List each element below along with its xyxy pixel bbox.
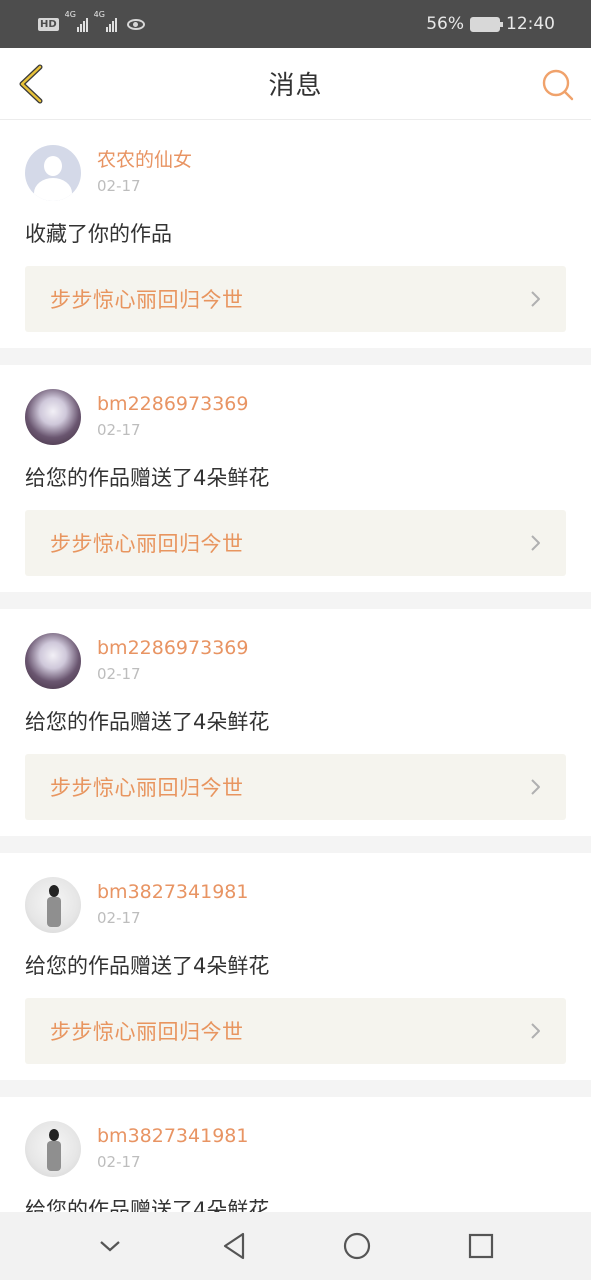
username[interactable]: bm2286973369	[97, 392, 248, 416]
signal-icon: 4G	[94, 10, 117, 32]
network-type-label: 4G	[64, 10, 76, 19]
divider	[0, 592, 591, 609]
status-right: 56% 12:40	[426, 14, 555, 34]
chevron-right-icon	[531, 779, 540, 795]
action-text: 收藏了你的作品	[25, 222, 172, 246]
chevron-down-icon	[100, 1241, 120, 1252]
square-recents-icon	[469, 1233, 494, 1259]
username[interactable]: bm3827341981	[97, 880, 248, 904]
username[interactable]: 农农的仙女	[97, 148, 192, 172]
work-title: 步步惊心丽回归今世	[50, 1020, 244, 1044]
avatar[interactable]	[25, 633, 81, 689]
status-left: HD 4G 4G	[38, 10, 426, 32]
list-item: 农农的仙女 02-17 收藏了你的作品 步步惊心丽回归今世	[0, 121, 591, 348]
work-link[interactable]: 步步惊心丽回归今世	[25, 998, 566, 1064]
avatar[interactable]	[25, 1121, 81, 1177]
hd-badge: HD	[38, 17, 59, 31]
chevron-right-icon	[531, 1023, 540, 1039]
work-title: 步步惊心丽回归今世	[50, 288, 244, 312]
work-link[interactable]: 步步惊心丽回归今世	[25, 266, 566, 332]
list-item: bm2286973369 02-17 给您的作品赠送了4朵鲜花 步步惊心丽回归今…	[0, 609, 591, 836]
work-link[interactable]: 步步惊心丽回归今世	[25, 510, 566, 576]
username[interactable]: bm2286973369	[97, 636, 248, 660]
chevron-right-icon	[531, 291, 540, 307]
timestamp: 02-17	[97, 177, 141, 195]
divider	[0, 348, 591, 365]
timestamp: 02-17	[97, 909, 141, 927]
eye-icon	[126, 18, 145, 30]
search-icon	[542, 69, 574, 101]
work-link[interactable]: 步步惊心丽回归今世	[25, 754, 566, 820]
system-nav-bar	[0, 1212, 591, 1280]
divider	[0, 1080, 591, 1097]
action-text: 给您的作品赠送了4朵鲜花	[25, 954, 270, 978]
action-text: 给您的作品赠送了4朵鲜花	[25, 466, 270, 490]
nav-back-button[interactable]	[217, 1229, 251, 1263]
status-bar: HD 4G 4G 56% 12:40	[0, 0, 591, 48]
search-button[interactable]	[541, 68, 575, 102]
battery-percent: 56%	[426, 14, 464, 34]
avatar[interactable]	[25, 877, 81, 933]
list-item: bm2286973369 02-17 给您的作品赠送了4朵鲜花 步步惊心丽回归今…	[0, 365, 591, 592]
username[interactable]: bm3827341981	[97, 1124, 248, 1148]
timestamp: 02-17	[97, 421, 141, 439]
back-button[interactable]	[14, 64, 48, 104]
circle-home-icon	[344, 1232, 371, 1260]
work-title: 步步惊心丽回归今世	[50, 532, 244, 556]
network-type-label: 4G	[93, 10, 105, 19]
avatar[interactable]	[25, 145, 81, 201]
page-title: 消息	[268, 71, 323, 101]
chevron-right-icon	[531, 535, 540, 551]
battery-icon	[470, 16, 503, 32]
nav-recents-button[interactable]	[464, 1229, 498, 1263]
action-text: 给您的作品赠送了4朵鲜花	[25, 710, 270, 734]
divider	[0, 836, 591, 853]
chevron-left-icon	[19, 64, 43, 104]
timestamp: 02-17	[97, 1153, 141, 1171]
hide-nav-button[interactable]	[93, 1229, 127, 1263]
clock: 12:40	[506, 14, 555, 34]
app-header: 消息	[0, 48, 591, 120]
avatar[interactable]	[25, 389, 81, 445]
message-list: 农农的仙女 02-17 收藏了你的作品 步步惊心丽回归今世 bm22869733…	[0, 121, 591, 1280]
triangle-back-icon	[223, 1232, 244, 1260]
list-item: bm3827341981 02-17 给您的作品赠送了4朵鲜花 步步惊心丽回归今…	[0, 853, 591, 1080]
work-title: 步步惊心丽回归今世	[50, 776, 244, 800]
signal-icon: 4G	[65, 10, 88, 32]
timestamp: 02-17	[97, 665, 141, 683]
nav-home-button[interactable]	[340, 1229, 374, 1263]
